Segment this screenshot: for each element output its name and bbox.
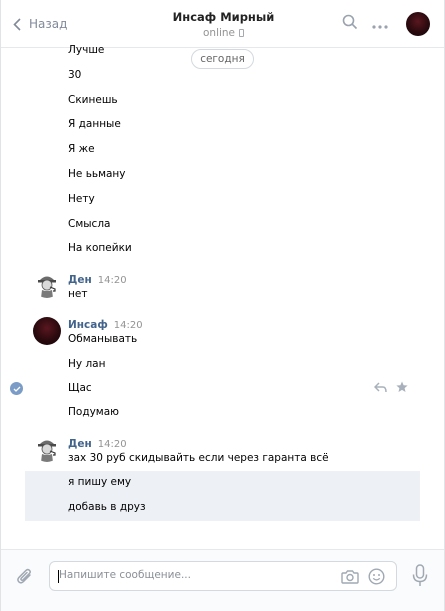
emoji-button[interactable] bbox=[368, 568, 385, 588]
microphone-icon bbox=[412, 564, 428, 586]
author-name[interactable]: Ден bbox=[68, 274, 92, 286]
star-icon bbox=[396, 381, 408, 392]
message-text: Обманывать bbox=[68, 333, 138, 345]
detective-avatar-icon bbox=[33, 270, 61, 298]
author-name[interactable]: Инсаф bbox=[68, 319, 108, 331]
back-label: Назад bbox=[29, 17, 68, 31]
message-text: Смысла bbox=[68, 218, 111, 230]
message-text: 30 bbox=[68, 69, 82, 81]
more-button[interactable] bbox=[372, 20, 388, 33]
message-input-box[interactable] bbox=[49, 561, 397, 591]
voice-message-button[interactable] bbox=[412, 564, 428, 591]
message-text: я пишу ему bbox=[68, 476, 132, 488]
online-status: online bbox=[203, 27, 245, 39]
message-text: Подумаю bbox=[68, 406, 119, 418]
camera-button[interactable] bbox=[341, 569, 359, 587]
message-time: 14:20 bbox=[97, 439, 127, 450]
date-separator: сегодня bbox=[191, 49, 254, 69]
search-icon bbox=[342, 14, 358, 30]
chat-title-block[interactable]: Инсаф Мирный online bbox=[131, 10, 316, 39]
message-header: Ден 14:20 bbox=[68, 274, 127, 286]
message-text: Нету bbox=[68, 193, 95, 205]
reply-button[interactable] bbox=[373, 382, 387, 396]
chat-title: Инсаф Мирный bbox=[172, 10, 275, 24]
more-icon bbox=[372, 25, 388, 29]
message-text: добавь в друз bbox=[68, 501, 146, 513]
message-text: нет bbox=[68, 288, 88, 300]
message-text: Я данные bbox=[68, 118, 121, 130]
author-name[interactable]: Ден bbox=[68, 438, 92, 450]
attach-button[interactable] bbox=[15, 567, 35, 590]
avatar[interactable] bbox=[33, 434, 61, 462]
avatar[interactable] bbox=[406, 12, 430, 36]
avatar[interactable] bbox=[33, 270, 61, 298]
message-time: 14:20 bbox=[113, 320, 143, 331]
detective-avatar-icon bbox=[33, 434, 61, 462]
chevron-left-icon bbox=[13, 17, 21, 31]
message-composer bbox=[1, 549, 444, 611]
message-text: Лучше bbox=[68, 44, 105, 56]
search-button[interactable] bbox=[342, 14, 358, 33]
mobile-icon bbox=[239, 29, 245, 37]
message-text: На копейки bbox=[68, 242, 132, 254]
message-text: Ну лан bbox=[68, 358, 106, 370]
read-check-icon[interactable] bbox=[10, 382, 23, 395]
chat-window: Назад Инсаф Мирный online сегодня Лучше … bbox=[0, 0, 445, 611]
message-input[interactable] bbox=[59, 569, 329, 581]
chat-header: Назад Инсаф Мирный online bbox=[1, 0, 444, 48]
camera-icon bbox=[341, 570, 359, 584]
reply-icon bbox=[373, 382, 387, 393]
paperclip-icon bbox=[17, 568, 31, 584]
back-button[interactable]: Назад bbox=[13, 14, 67, 34]
message-text: Скинешь bbox=[68, 94, 118, 106]
message-text: Щас bbox=[68, 382, 92, 394]
message-header: Инсаф 14:20 bbox=[68, 319, 143, 331]
message-text: зах 30 руб скидывайть если через гаранта… bbox=[68, 452, 329, 464]
smile-icon bbox=[368, 568, 385, 585]
message-header: Ден 14:20 bbox=[68, 438, 127, 450]
avatar[interactable] bbox=[33, 317, 61, 345]
message-text: Я же bbox=[68, 143, 95, 155]
favorite-button[interactable] bbox=[396, 381, 408, 396]
message-text: Не ььману bbox=[68, 168, 126, 180]
message-list[interactable]: Лучше 30 Скинешь Я данные Я же Не ььману… bbox=[1, 44, 444, 548]
message-time: 14:20 bbox=[97, 275, 127, 286]
